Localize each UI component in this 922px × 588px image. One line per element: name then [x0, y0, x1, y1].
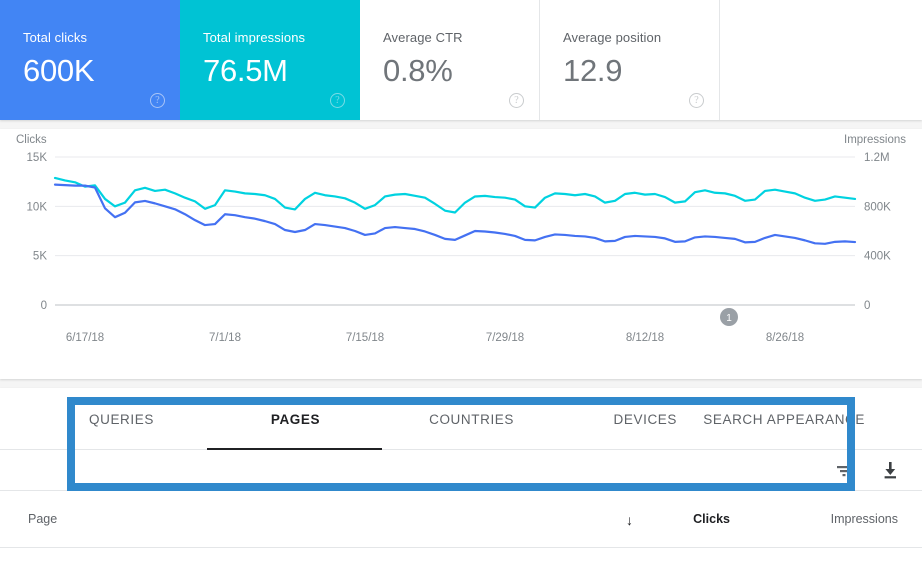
svg-text:7/29/18: 7/29/18	[486, 332, 524, 344]
svg-text:1: 1	[726, 313, 732, 324]
svg-text:400K: 400K	[864, 251, 891, 263]
column-header-page[interactable]: Page	[0, 512, 598, 526]
metric-card-total-impressions[interactable]: Total impressions 76.5M ?	[180, 0, 360, 120]
filter-icon[interactable]	[832, 458, 856, 482]
svg-text:8/26/18: 8/26/18	[766, 332, 804, 344]
metric-card-average-ctr[interactable]: Average CTR 0.8% ?	[360, 0, 540, 120]
dimension-tabs: QUERIES PAGES COUNTRIES DEVICES SEARCH A…	[0, 388, 922, 450]
help-icon-total-clicks[interactable]: ?	[150, 93, 165, 108]
chart-gridlines	[55, 157, 855, 305]
metric-value-average-ctr: 0.8%	[383, 52, 539, 90]
metric-card-total-clicks[interactable]: Total clicks 600K ?	[0, 0, 180, 120]
column-header-clicks[interactable]: ↓ Clicks	[598, 512, 738, 526]
chart-series-group	[55, 178, 855, 244]
tab-pages[interactable]: PAGES	[239, 388, 352, 450]
chart-left-axis: 0 5K 10K 15K Clicks	[16, 134, 47, 312]
column-header-clicks-label: Clicks	[693, 512, 730, 526]
metric-value-average-position: 12.9	[563, 52, 719, 90]
svg-text:0: 0	[41, 300, 47, 312]
metrics-summary-row: Total clicks 600K ? Total impressions 76…	[0, 0, 922, 120]
svg-text:8/12/18: 8/12/18	[626, 332, 664, 344]
column-header-impressions[interactable]: Impressions	[738, 512, 922, 526]
tab-countries-label: COUNTRIES	[429, 412, 514, 427]
tab-devices[interactable]: DEVICES	[514, 388, 677, 450]
metric-value-total-impressions: 76.5M	[203, 52, 360, 90]
svg-text:Clicks: Clicks	[16, 134, 47, 146]
svg-text:10K: 10K	[27, 201, 48, 213]
svg-text:7/15/18: 7/15/18	[346, 332, 384, 344]
tab-countries[interactable]: COUNTRIES	[352, 388, 514, 450]
svg-text:5K: 5K	[33, 251, 47, 263]
svg-text:0: 0	[864, 300, 870, 312]
svg-text:7/1/18: 7/1/18	[209, 332, 241, 344]
help-icon-average-position[interactable]: ?	[689, 93, 704, 108]
tab-devices-label: DEVICES	[614, 412, 677, 427]
metric-label-average-ctr: Average CTR	[383, 30, 539, 46]
metric-value-total-clicks: 600K	[23, 52, 180, 90]
metric-label-average-position: Average position	[563, 30, 719, 46]
chart-right-axis: 0 400K 800K 1.2M Impressions	[844, 134, 906, 312]
results-table-header: Page ↓ Clicks Impressions	[0, 491, 922, 548]
performance-chart-panel: 0 5K 10K 15K Clicks 0 400K 800K 1.2M Impressions…	[0, 129, 922, 379]
tab-queries[interactable]: QUERIES	[89, 388, 239, 450]
svg-text:15K: 15K	[27, 152, 48, 164]
help-icon-average-ctr[interactable]: ?	[509, 93, 524, 108]
tab-queries-label: QUERIES	[89, 412, 154, 427]
performance-chart[interactable]: 0 5K 10K 15K Clicks 0 400K 800K 1.2M Impressions…	[0, 129, 922, 379]
table-toolbar	[0, 450, 922, 491]
metrics-row-filler	[720, 0, 922, 120]
sort-descending-icon: ↓	[626, 512, 633, 528]
download-icon[interactable]	[878, 458, 902, 482]
metric-label-total-clicks: Total clicks	[23, 30, 180, 46]
tab-search-appearance-label: SEARCH APPEARANCE	[703, 412, 865, 427]
svg-text:6/17/18: 6/17/18	[66, 332, 104, 344]
svg-text:Impressions: Impressions	[844, 134, 906, 146]
results-table-panel: QUERIES PAGES COUNTRIES DEVICES SEARCH A…	[0, 388, 922, 588]
column-header-impressions-label: Impressions	[831, 512, 898, 526]
svg-text:800K: 800K	[864, 201, 891, 213]
svg-text:1.2M: 1.2M	[864, 152, 890, 164]
metric-label-total-impressions: Total impressions	[203, 30, 360, 46]
chart-x-axis: 6/17/18 7/1/18 7/15/18 7/29/18 8/12/18 8/26/1…	[66, 332, 804, 344]
tab-search-appearance[interactable]: SEARCH APPEARANCE	[677, 388, 865, 450]
metric-card-average-position[interactable]: Average position 12.9 ?	[540, 0, 720, 120]
chart-annotation-marker[interactable]: 1	[720, 308, 738, 326]
tab-pages-label: PAGES	[271, 412, 320, 427]
help-icon-total-impressions[interactable]: ?	[330, 93, 345, 108]
